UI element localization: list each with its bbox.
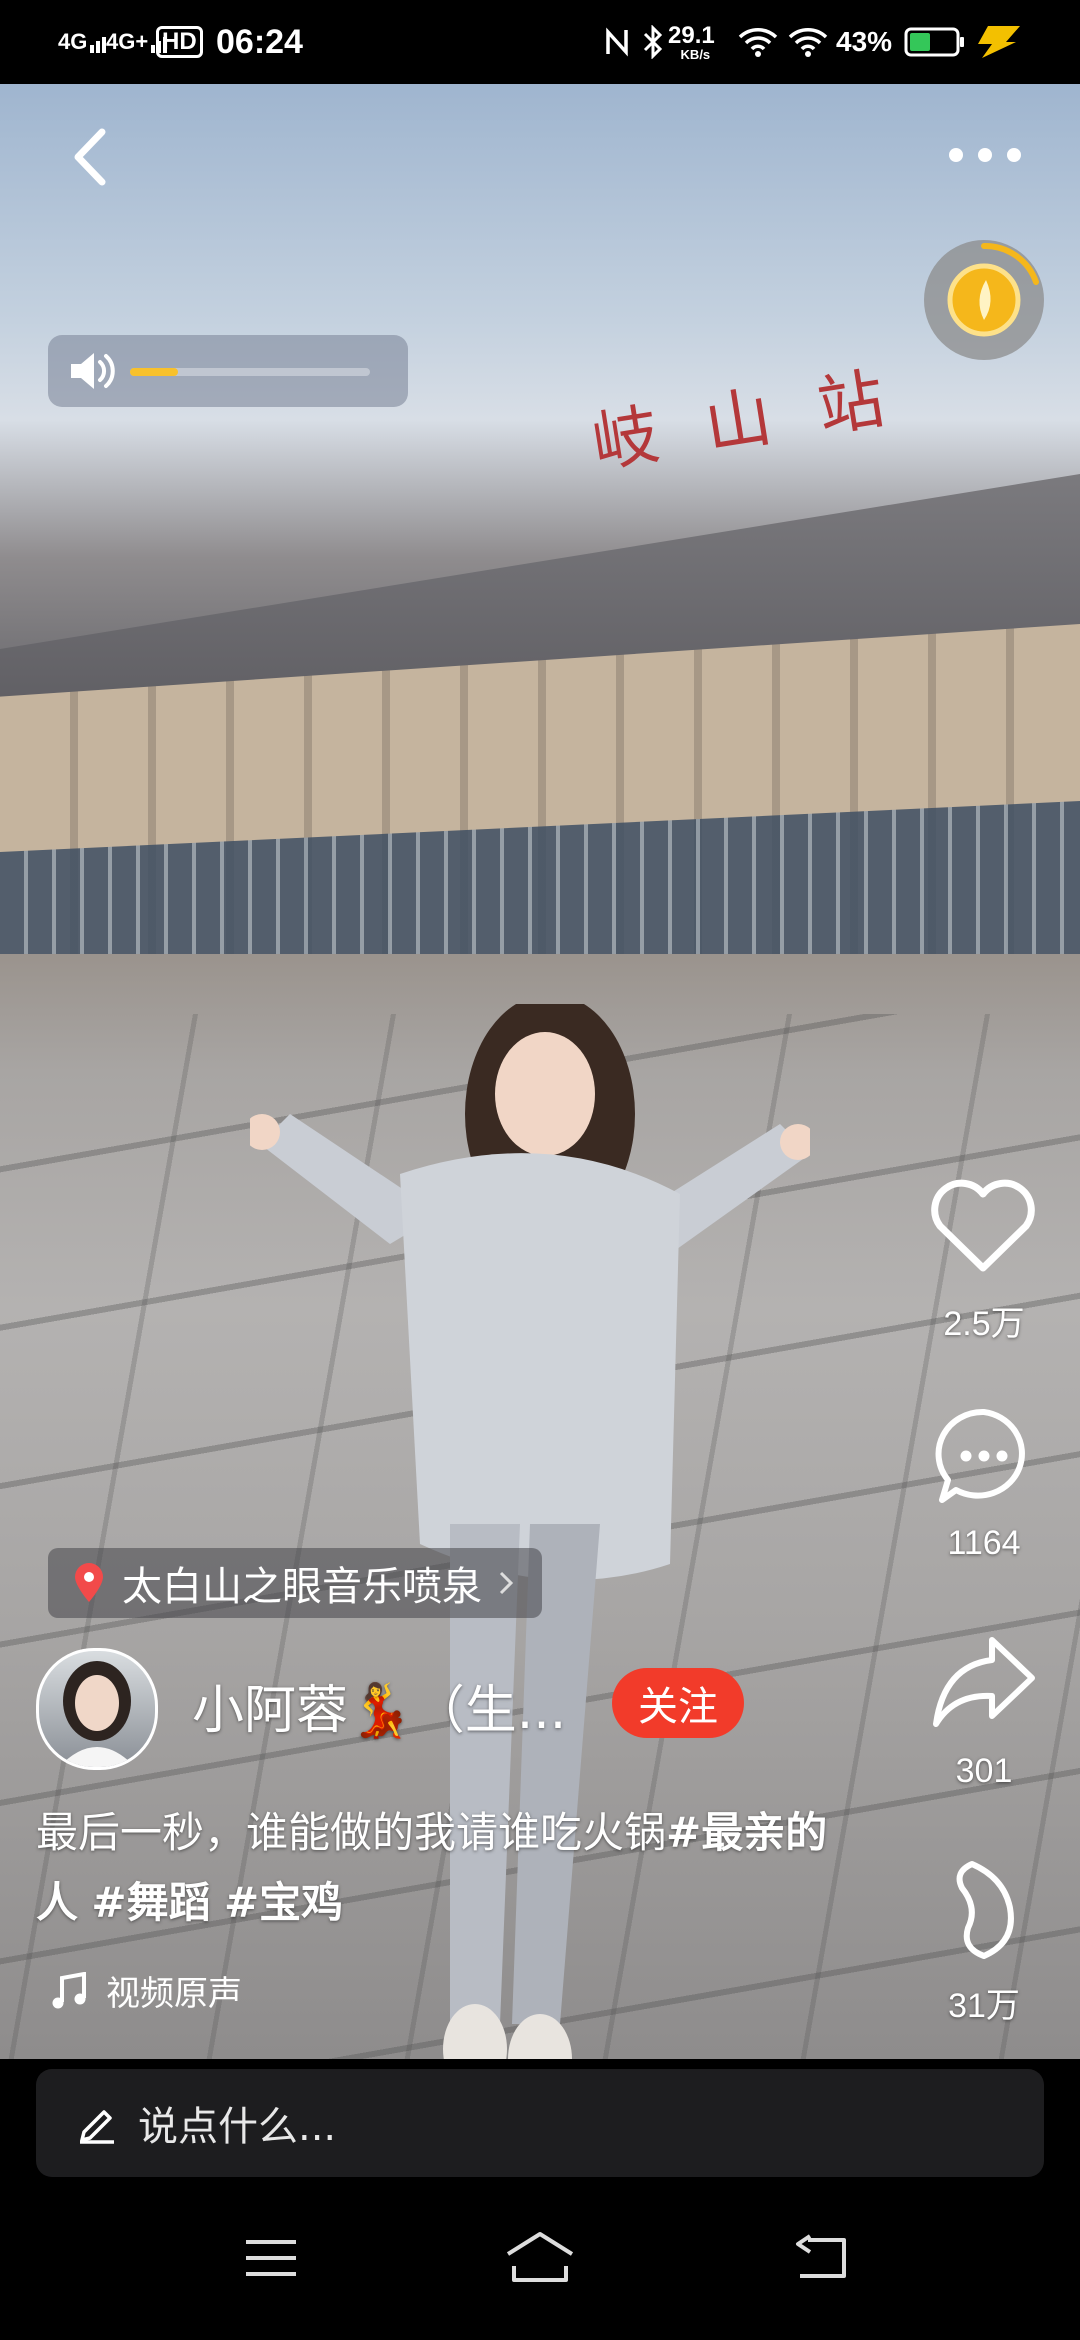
avatar[interactable]	[36, 1648, 158, 1770]
speed-value: 29.1	[668, 21, 715, 49]
bluetooth-icon	[642, 0, 664, 84]
back-nav-icon	[796, 2234, 846, 2278]
share-count: 301	[955, 1752, 1013, 1790]
cellular-signal-1: 4G	[58, 0, 111, 84]
like-count: 2.5万	[943, 1305, 1025, 1343]
back-button[interactable]	[64, 124, 124, 190]
more-icon	[949, 148, 1021, 162]
volume-track[interactable]	[130, 368, 370, 376]
coin-icon	[947, 242, 1039, 337]
wifi-icon	[788, 0, 828, 84]
follow-button[interactable]: 关注	[612, 1668, 744, 1738]
time-label: 06:24	[216, 22, 303, 61]
system-nav-bar	[0, 2180, 1080, 2340]
location-label: 太白山之眼音乐喷泉	[122, 1564, 482, 1610]
volume-fill	[130, 368, 178, 376]
menu-icon	[246, 2240, 296, 2276]
back-icon	[74, 128, 106, 186]
avatar-image	[59, 1661, 135, 1767]
location-pin-icon	[75, 1563, 103, 1602]
comment-placeholder: 说点什么...	[138, 2104, 337, 2150]
more-button[interactable]	[946, 140, 1024, 170]
fast-charge-icon	[976, 0, 1022, 84]
music-info[interactable]: 视频原声	[52, 1966, 242, 2015]
comment-count: 1164	[947, 1524, 1021, 1562]
music-note-icon	[52, 1971, 86, 2008]
battery-label: 43%	[836, 26, 893, 57]
music-label: 视频原声	[106, 1974, 242, 2014]
coin-reward-button[interactable]	[924, 240, 1044, 360]
pen-icon	[80, 2110, 114, 2144]
station-sign: 岐山站	[586, 352, 937, 483]
battery-percent: 43%	[836, 0, 892, 84]
location-chip[interactable]: 太白山之眼音乐喷泉	[48, 1548, 542, 1618]
share-button[interactable]	[928, 1632, 1038, 1732]
comment-bar: 说点什么...	[0, 2059, 1080, 2179]
speaker-icon	[71, 353, 115, 389]
clock: 06:24	[216, 0, 303, 84]
collect-count: 31万	[948, 1987, 1020, 2025]
author-name[interactable]: 小阿蓉💃（生...	[192, 1668, 566, 1743]
hashtag[interactable]: #宝鸡	[224, 1878, 343, 1927]
comment-icon	[935, 1408, 1025, 1503]
like-button[interactable]	[928, 1176, 1038, 1276]
caption-text: 最后一秒，谁能做的我请谁吃火锅	[36, 1808, 667, 1857]
comment-input[interactable]: 说点什么...	[36, 2069, 1044, 2177]
network-speed: 29.1 KB/s	[668, 0, 715, 84]
menu-button[interactable]	[244, 2236, 298, 2280]
status-bar: 4G 4G+ HD 06:24 29.1 KB/s 43%	[0, 0, 1080, 84]
collect-icon	[956, 1861, 1014, 1959]
share-icon	[933, 1637, 1035, 1727]
signal-2-label: 4G+	[106, 29, 149, 54]
wifi-icon	[738, 0, 778, 84]
home-icon	[506, 2232, 574, 2282]
heart-icon	[931, 1179, 1035, 1272]
hd-badge: HD	[156, 0, 203, 84]
post-caption: 最后一秒，谁能做的我请谁吃火锅#最亲的人 #舞蹈 #宝鸡	[36, 1798, 856, 1938]
signal-1-label: 4G	[58, 29, 88, 54]
chevron-right-icon	[499, 1571, 514, 1595]
speed-unit: KB/s	[680, 46, 711, 62]
battery-icon	[904, 0, 966, 84]
hd-label: HD	[156, 26, 203, 58]
hashtag[interactable]: #舞蹈	[91, 1878, 210, 1927]
volume-indicator[interactable]	[48, 335, 408, 407]
comment-button[interactable]	[932, 1404, 1036, 1508]
collect-button[interactable]	[944, 1858, 1024, 1962]
back-nav-button[interactable]	[794, 2234, 850, 2282]
home-button[interactable]	[504, 2230, 576, 2284]
nfc-icon	[604, 0, 630, 84]
